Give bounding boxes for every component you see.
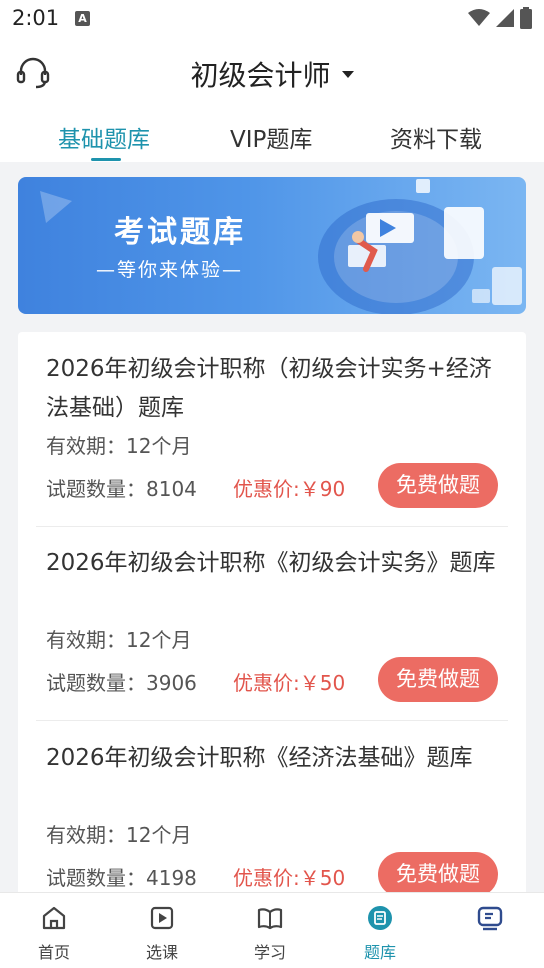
nav-courses-label: 选课 <box>145 943 178 962</box>
exam-icon <box>477 906 503 931</box>
nav-study[interactable]: 学习 <box>216 893 324 968</box>
play-triangle-decoration <box>40 191 72 223</box>
status-time: 2:01 <box>12 6 60 30</box>
item-title[interactable]: 2026年初级会计职称《经济法基础》题库 <box>46 739 496 778</box>
nav-exam[interactable] <box>436 893 544 968</box>
item-validity: 有效期：12个月 <box>46 434 192 458</box>
item-price: 优惠价:￥50 <box>233 671 346 695</box>
promo-banner[interactable]: 考试题库 —等你来体验— <box>18 177 526 314</box>
nav-question-bank[interactable]: 题库 <box>326 893 434 968</box>
banner-title: 考试题库 <box>114 215 246 250</box>
status-icons <box>468 6 532 30</box>
banner-illustration <box>318 179 522 314</box>
nav-courses[interactable]: 选课 <box>108 893 216 968</box>
caret-down-icon[interactable] <box>341 70 354 78</box>
page-title[interactable]: 初级会计师 <box>190 54 330 94</box>
nav-question-bank-label: 题库 <box>363 943 396 962</box>
item-validity: 有效期：12个月 <box>46 628 192 652</box>
item-question-count: 试题数量：3906 <box>46 671 197 695</box>
nav-home-label: 首页 <box>37 943 70 962</box>
question-bank-list: 2026年初级会计职称（初级会计实务+经济法基础）题库 有效期：12个月 试题数… <box>18 332 526 932</box>
free-practice-button[interactable]: 免费做题 <box>378 463 498 508</box>
item-question-count: 试题数量：8104 <box>46 477 197 501</box>
item-validity: 有效期：12个月 <box>46 823 192 847</box>
status-bar: 2:01 A <box>0 0 544 38</box>
item-price: 优惠价:￥50 <box>233 866 346 890</box>
free-practice-button[interactable]: 免费做题 <box>378 657 498 702</box>
item-title[interactable]: 2026年初级会计职称（初级会计实务+经济法基础）题库 <box>46 350 496 428</box>
nav-home[interactable]: 首页 <box>0 893 108 968</box>
list-item[interactable]: 2026年初级会计职称（初级会计实务+经济法基础）题库 有效期：12个月 试题数… <box>18 332 526 527</box>
tab-vip-bank[interactable]: VIP题库 <box>230 120 312 154</box>
course-icon <box>150 906 174 930</box>
free-practice-button[interactable]: 免费做题 <box>378 852 498 897</box>
item-price: 优惠价:￥90 <box>233 477 346 501</box>
home-icon <box>42 906 66 930</box>
banner-subtitle: —等你来体验— <box>96 259 244 281</box>
list-item[interactable]: 2026年初级会计职称《经济法基础》题库 有效期：12个月 试题数量：4198 … <box>18 721 526 916</box>
nav-study-label: 学习 <box>253 943 286 962</box>
header: 初级会计师 基础题库 VIP题库 资料下载 <box>0 38 544 162</box>
item-title[interactable]: 2026年初级会计职称《初级会计实务》题库 <box>46 544 496 583</box>
wifi-icon <box>468 9 490 26</box>
list-item[interactable]: 2026年初级会计职称《初级会计实务》题库 有效期：12个月 试题数量：3906… <box>18 526 526 721</box>
notification-icon: A <box>75 11 90 26</box>
book-icon <box>257 908 283 930</box>
battery-icon <box>520 7 532 29</box>
exam-selector[interactable]: 初级会计师 <box>0 54 544 94</box>
tab-bar: 基础题库 VIP题库 资料下载 <box>0 120 544 162</box>
item-question-count: 试题数量：4198 <box>46 866 197 890</box>
app-screen: 2:01 A 初级会计师 基础题库 VIP题库 资料下载 考试题库 —等你来体验… <box>0 0 544 968</box>
bottom-nav: 首页 选课 学习 题库 <box>0 892 544 968</box>
signal-icon <box>496 9 514 27</box>
tab-basic-bank[interactable]: 基础题库 <box>58 120 150 154</box>
tab-indicator <box>91 158 121 161</box>
question-bank-icon <box>368 906 392 930</box>
tab-downloads[interactable]: 资料下载 <box>390 120 482 154</box>
